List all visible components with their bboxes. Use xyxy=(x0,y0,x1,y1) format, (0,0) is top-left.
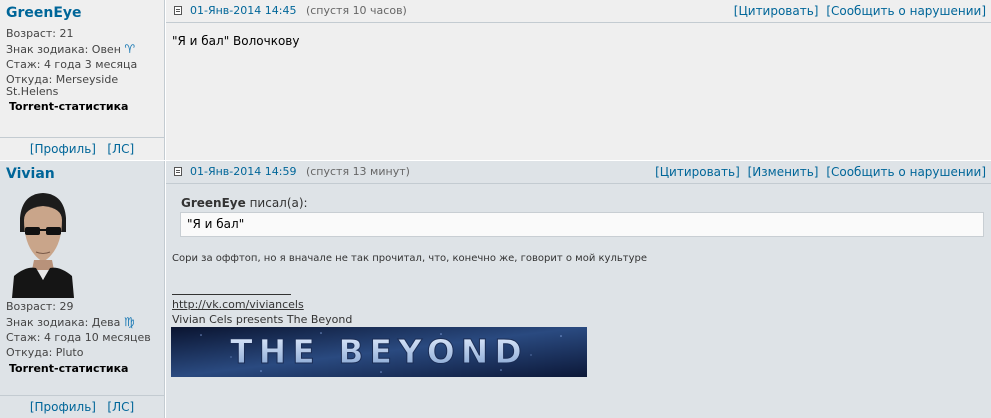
post-vivian: Vivian Возраст: 29 Знак зодиака: Дева ♍ … xyxy=(0,161,991,418)
quote-button[interactable]: [Цитировать] xyxy=(655,165,740,179)
signature-divider xyxy=(172,294,291,295)
post-since: (спустя 10 часов) xyxy=(305,4,407,17)
post-header: 01-Янв-2014 14:45 (спустя 10 часов) [Цит… xyxy=(166,0,991,23)
post-actions: [Цитировать] [Изменить] [Сообщить о нару… xyxy=(651,161,986,183)
author-info: Возраст: 21 Знак зодиака: Овен ♈ Стаж: 4… xyxy=(6,28,137,98)
torrent-stats-link[interactable]: Torrent-статистика xyxy=(9,362,128,375)
post-since: (спустя 13 минут) xyxy=(305,165,410,178)
profile-link[interactable]: [Профиль] xyxy=(30,400,96,414)
report-button[interactable]: [Сообщить о нарушении] xyxy=(826,4,986,18)
signature-banner: THE BEYOND xyxy=(171,327,587,377)
author-zodiac: Знак зодиака: Дева ♍ xyxy=(6,315,135,329)
pm-link[interactable]: [ЛС] xyxy=(107,142,134,156)
post-greeneye: GreenEye Возраст: 21 Знак зодиака: Овен … xyxy=(0,0,991,160)
author-age: Возраст: 29 xyxy=(6,300,74,313)
edit-button[interactable]: [Изменить] xyxy=(748,165,819,179)
post-content: 01-Янв-2014 14:59 (спустя 13 минут) [Цит… xyxy=(166,161,991,418)
post-date-link[interactable]: 01-Янв-2014 14:45 xyxy=(190,4,296,17)
banner-text: THE BEYOND xyxy=(230,332,528,371)
author-tenure: Стаж: 4 года 10 месяцев xyxy=(6,331,151,344)
report-button[interactable]: [Сообщить о нарушении] xyxy=(826,165,986,179)
author-zodiac: Знак зодиака: Овен ♈ xyxy=(6,42,136,56)
author-nick[interactable]: GreenEye xyxy=(6,5,82,21)
author-panel: GreenEye Возраст: 21 Знак зодиака: Овен … xyxy=(0,0,165,160)
post-actions: [Цитировать] [Сообщить о нарушении] xyxy=(730,0,986,22)
author-panel: Vivian Возраст: 29 Знак зодиака: Дева ♍ … xyxy=(0,161,165,418)
author-nick[interactable]: Vivian xyxy=(6,166,55,182)
quote-title: GreenEye писал(а): xyxy=(181,196,308,210)
author-location: Откуда: Pluto xyxy=(6,346,84,359)
quote-button[interactable]: [Цитировать] xyxy=(734,4,819,18)
author-tenure: Стаж: 4 года 3 месяца xyxy=(6,58,138,71)
avatar[interactable] xyxy=(12,188,74,298)
post-header: 01-Янв-2014 14:59 (спустя 13 минут) [Цит… xyxy=(166,161,991,184)
post-date-link[interactable]: 01-Янв-2014 14:59 xyxy=(190,165,296,178)
author-location: Откуда: Merseyside St.Helens xyxy=(6,73,119,98)
post-content: 01-Янв-2014 14:45 (спустя 10 часов) [Цит… xyxy=(166,0,991,160)
author-age: Возраст: 21 xyxy=(6,27,74,40)
profile-link[interactable]: [Профиль] xyxy=(30,142,96,156)
torrent-stats-link[interactable]: Torrent-статистика xyxy=(9,100,128,113)
virgo-icon: ♍ xyxy=(123,315,135,329)
pm-link[interactable]: [ЛС] xyxy=(107,400,134,414)
author-links: [Профиль] [ЛС] xyxy=(0,137,164,160)
signature-link[interactable]: http://vk.com/viviancels xyxy=(172,298,304,311)
aries-icon: ♈ xyxy=(124,42,136,56)
post-icon xyxy=(174,167,182,176)
post-icon xyxy=(174,6,182,15)
quote-author: GreenEye xyxy=(181,196,246,210)
author-links: [Профиль] [ЛС] xyxy=(0,395,164,418)
post-body: "Я и бал" Волочкову xyxy=(172,34,300,48)
quote-box: "Я и бал" xyxy=(180,212,984,237)
author-info: Возраст: 29 Знак зодиака: Дева ♍ Стаж: 4… xyxy=(6,301,151,362)
post-body: Сори за оффтоп, но я вначале не так проч… xyxy=(172,253,647,264)
signature-text: Vivian Cels presents The Beyond xyxy=(172,313,353,326)
